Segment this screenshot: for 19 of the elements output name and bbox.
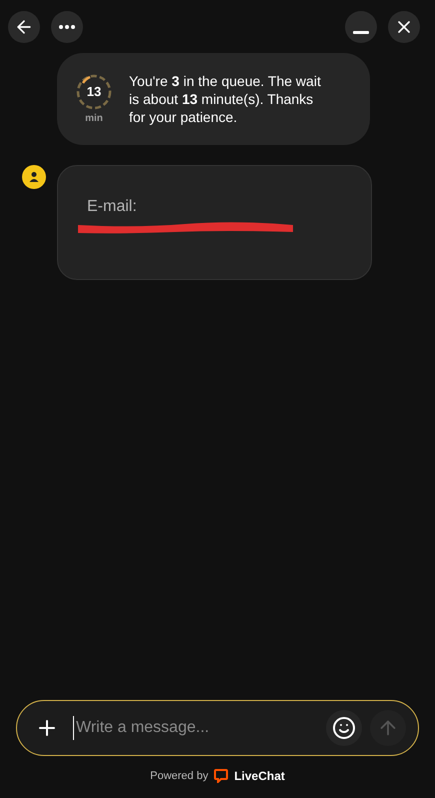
powered-by-text: Powered by (150, 768, 208, 784)
minimize-button[interactable] (345, 11, 377, 43)
back-button[interactable] (8, 11, 40, 43)
more-icon (59, 25, 75, 29)
timer-ring-icon (75, 72, 113, 110)
queue-message: You're 3 in the queue. The wait is about 13 minute(s). Thanks for your patience. (129, 72, 322, 126)
email-label: E-mail: (87, 198, 138, 216)
livechat-link[interactable]: LiveChat (234, 767, 285, 785)
user-avatar-icon (22, 165, 46, 189)
more-button[interactable] (51, 11, 83, 43)
emoji-button[interactable] (326, 710, 362, 746)
smiley-icon (332, 716, 356, 740)
minutes-unit: min (85, 112, 103, 126)
chat-logo-icon (214, 769, 228, 783)
close-button[interactable] (388, 11, 420, 43)
message-composer[interactable]: Write a message... (16, 700, 419, 756)
message-input[interactable]: Write a message... (73, 716, 318, 740)
wait-minutes: 13 (86, 82, 102, 101)
minimize-icon (353, 30, 369, 34)
